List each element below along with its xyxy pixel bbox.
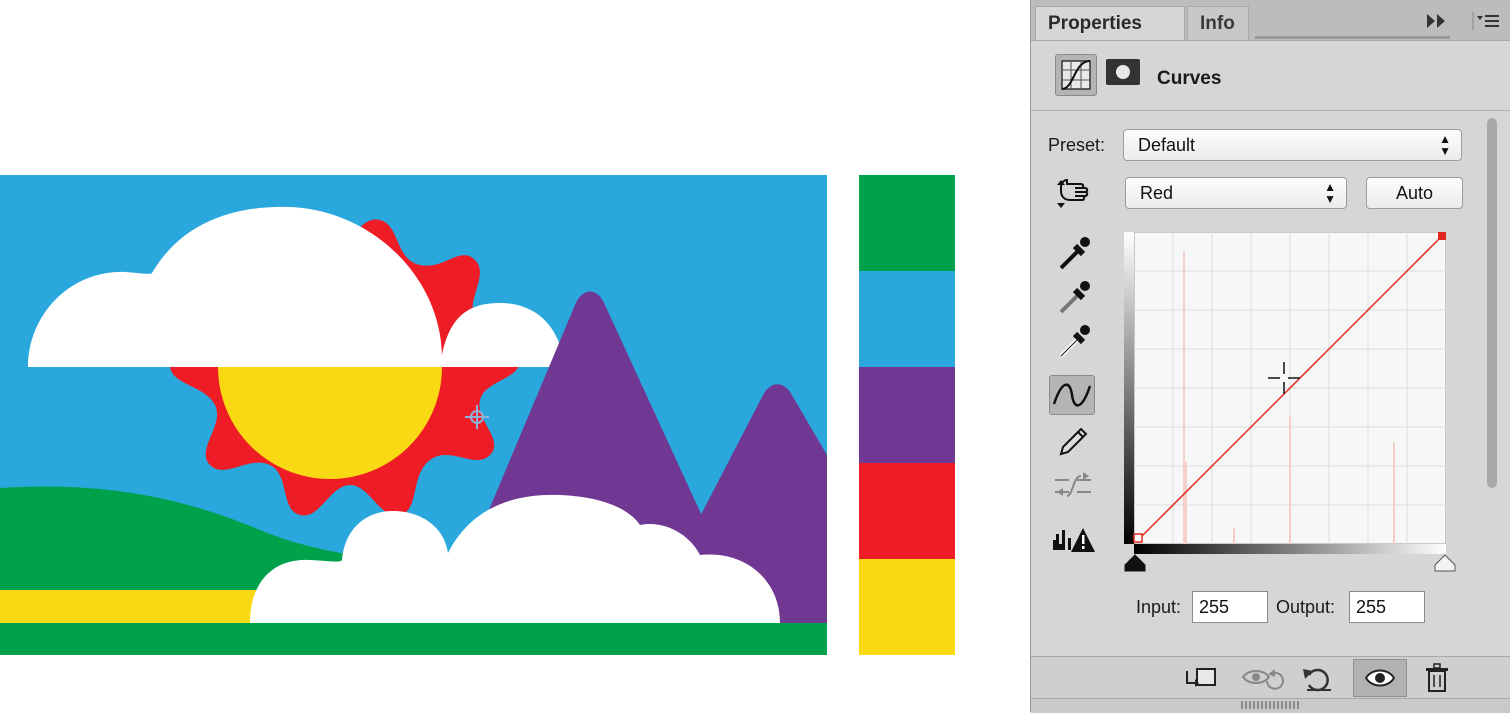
select-arrows-icon: ▲ ▼ [1439, 132, 1451, 158]
panel-resize-bar[interactable] [1031, 698, 1510, 713]
tab-divider [1255, 36, 1450, 39]
draw-pencil-icon[interactable] [1051, 420, 1097, 460]
curve-point-black[interactable] [1133, 533, 1143, 543]
curves-adjustment-icon[interactable] [1055, 54, 1097, 96]
smooth-curve-icon [1055, 472, 1091, 497]
scroll-thumb[interactable] [1487, 118, 1497, 488]
layer-mask-icon[interactable] [1105, 58, 1141, 88]
gray-point-eyedropper-icon[interactable] [1051, 276, 1097, 316]
preset-value: Default [1138, 135, 1196, 155]
panel-tab-bar: Properties Info [1031, 0, 1510, 41]
swatch-red [859, 463, 955, 559]
select-arrows-icon: ▲ ▼ [1324, 180, 1336, 206]
visibility-eye-icon[interactable] [1353, 659, 1407, 697]
black-point-slider-icon[interactable] [1124, 554, 1146, 572]
reset-icon[interactable] [1293, 659, 1347, 697]
view-previous-state-icon[interactable] [1235, 659, 1289, 697]
panel-title: Curves [1157, 68, 1222, 89]
panel-footer [1031, 656, 1510, 699]
auto-button[interactable]: Auto [1366, 177, 1463, 209]
trash-icon[interactable] [1411, 659, 1465, 697]
swatch-purple [859, 367, 955, 463]
double-arrow-right-icon[interactable] [1427, 14, 1447, 28]
properties-panel: Properties Info Curves Preset: Default ▲… [1030, 0, 1510, 713]
white-point-eyedropper-icon[interactable] [1051, 320, 1097, 360]
white-point-slider-icon[interactable] [1434, 554, 1456, 572]
swatch-green [859, 175, 955, 271]
tab-properties[interactable]: Properties [1035, 6, 1185, 40]
ground [0, 623, 827, 655]
input-field[interactable]: 255 [1192, 591, 1268, 623]
channel-select[interactable]: Red ▲ ▼ [1125, 177, 1347, 209]
preset-label: Preset: [1048, 135, 1106, 155]
clipping-warning-icon[interactable] [1051, 520, 1097, 560]
panel-menu-icon[interactable] [1471, 12, 1501, 30]
swatch-blue [859, 271, 955, 367]
adjustment-header: Curves [1031, 40, 1510, 111]
channel-value: Red [1140, 183, 1174, 203]
input-label: Input: [1136, 597, 1182, 617]
output-gradient-bar [1134, 544, 1446, 554]
canvas-illustration [0, 175, 827, 655]
curve-point-white[interactable] [1438, 232, 1446, 240]
swatch-yellow [859, 559, 955, 655]
output-label: Output: [1276, 597, 1336, 617]
panel-scrollbar[interactable] [1483, 116, 1501, 652]
edit-points-curve-icon[interactable] [1049, 375, 1095, 415]
black-point-eyedropper-icon[interactable] [1051, 232, 1097, 272]
targeted-adjustment-hand-icon[interactable] [1051, 176, 1095, 212]
resize-grip-icon[interactable] [1241, 701, 1301, 709]
color-swatch-column [859, 175, 955, 655]
tab-info[interactable]: Info [1187, 6, 1249, 40]
clip-to-layer-icon[interactable] [1175, 659, 1229, 697]
preset-select[interactable]: Default ▲ ▼ [1123, 129, 1462, 161]
curves-graph[interactable] [1124, 232, 1446, 554]
output-field[interactable]: 255 [1349, 591, 1425, 623]
input-gradient-bar [1124, 232, 1134, 544]
